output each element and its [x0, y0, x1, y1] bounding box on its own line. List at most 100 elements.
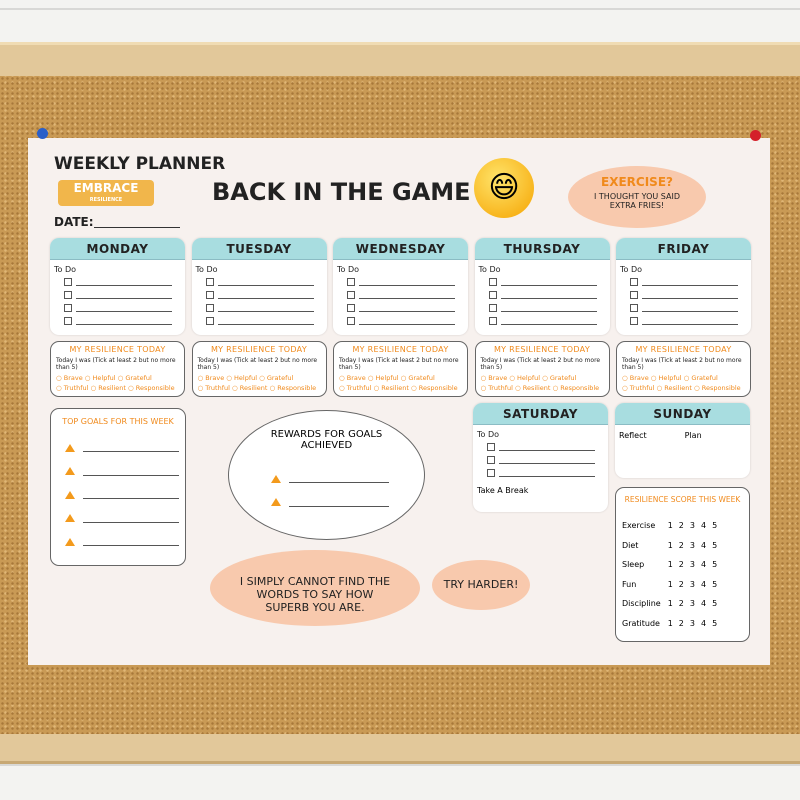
score-option[interactable]: 1 — [665, 516, 676, 536]
score-option[interactable]: 4 — [698, 594, 709, 614]
score-option[interactable]: 3 — [687, 575, 698, 595]
resilience-options[interactable]: ○ Brave ○ Helpful ○ Grateful — [481, 374, 604, 382]
planner-poster: WEEKLY PLANNER EMBRACE RESILIENCE DATE: … — [28, 138, 770, 665]
rewards-ellipse: REWARDS FOR GOALS ACHIEVED — [228, 410, 425, 540]
write-line — [359, 278, 455, 286]
todo-label: To Do — [54, 265, 77, 274]
checkbox[interactable] — [205, 304, 214, 312]
todo-item — [488, 303, 610, 313]
reflect-label: Reflect — [619, 431, 647, 440]
todo-item — [488, 316, 610, 326]
checkbox[interactable] — [630, 304, 638, 312]
blue-pushpin-icon — [37, 128, 48, 139]
score-option[interactable]: 1 — [665, 594, 676, 614]
score-option[interactable]: 2 — [676, 575, 687, 595]
checkbox[interactable] — [347, 278, 355, 286]
score-option[interactable]: 3 — [687, 516, 698, 536]
checkbox[interactable] — [64, 304, 72, 312]
score-option[interactable]: 3 — [687, 614, 698, 634]
write-line — [76, 291, 172, 299]
score-option[interactable]: 5 — [709, 516, 720, 536]
triangle-bullet-icon — [65, 537, 75, 546]
score-option[interactable]: 4 — [698, 575, 709, 595]
goal-line — [65, 460, 185, 484]
score-option[interactable]: 3 — [687, 555, 698, 575]
resilience-today-box: MY RESILIENCE TODAY Today I was (Tick at… — [616, 341, 751, 397]
checkbox[interactable] — [64, 317, 72, 325]
resilience-options[interactable]: ○ Truthful ○ Resilient ○ Responsible — [622, 384, 745, 392]
write-line — [359, 291, 455, 299]
score-option[interactable]: 1 — [665, 536, 676, 556]
resilience-options[interactable]: ○ Truthful ○ Resilient ○ Responsible — [198, 384, 321, 392]
todo-item — [347, 316, 468, 326]
score-option[interactable]: 5 — [709, 575, 720, 595]
checkbox[interactable] — [64, 278, 72, 286]
resilience-options[interactable]: ○ Truthful ○ Resilient ○ Responsible — [339, 384, 462, 392]
resilience-options[interactable]: ○ Truthful ○ Resilient ○ Responsible — [56, 384, 179, 392]
write-line — [289, 474, 389, 484]
resilience-options[interactable]: ○ Truthful ○ Resilient ○ Responsible — [481, 384, 604, 392]
write-line — [359, 317, 455, 325]
score-option[interactable]: 5 — [709, 614, 720, 634]
write-line — [83, 490, 179, 500]
checkbox[interactable] — [487, 443, 495, 451]
triangle-bullet-icon — [271, 474, 281, 483]
score-option[interactable]: 2 — [676, 536, 687, 556]
checkbox[interactable] — [205, 317, 214, 325]
day-header: FRIDAY — [616, 238, 751, 260]
checkbox[interactable] — [347, 304, 355, 312]
score-option[interactable]: 4 — [698, 516, 709, 536]
score-option[interactable]: 2 — [676, 594, 687, 614]
checkbox[interactable] — [488, 291, 497, 299]
write-line — [500, 317, 597, 325]
saturday-card: SATURDAY To Do Take A Break — [473, 403, 608, 512]
checkbox[interactable] — [487, 456, 495, 464]
score-row: Exercise 1 2 3 4 5 — [618, 516, 720, 536]
score-option[interactable]: 5 — [709, 555, 720, 575]
score-option[interactable]: 2 — [676, 555, 687, 575]
checkbox[interactable] — [488, 317, 497, 325]
resilience-options[interactable]: ○ Brave ○ Helpful ○ Grateful — [56, 374, 179, 382]
goal-line — [65, 483, 185, 507]
score-option[interactable]: 3 — [687, 536, 698, 556]
checkbox[interactable] — [488, 278, 497, 286]
todo-item — [64, 290, 185, 300]
checkbox[interactable] — [205, 291, 214, 299]
score-option[interactable]: 5 — [709, 536, 720, 556]
score-option[interactable]: 2 — [676, 614, 687, 634]
checkbox[interactable] — [630, 317, 638, 325]
checkbox[interactable] — [488, 304, 497, 312]
write-line — [76, 304, 172, 312]
checkbox[interactable] — [487, 469, 495, 477]
checkbox[interactable] — [630, 278, 638, 286]
resilience-today-box: MY RESILIENCE TODAY Today I was (Tick at… — [50, 341, 185, 397]
write-line — [499, 469, 595, 477]
checkbox[interactable] — [205, 278, 214, 286]
score-option[interactable]: 1 — [665, 614, 676, 634]
resilience-options[interactable]: ○ Brave ○ Helpful ○ Grateful — [198, 374, 321, 382]
write-line — [217, 317, 314, 325]
checkbox[interactable] — [630, 291, 638, 299]
resilience-options[interactable]: ○ Brave ○ Helpful ○ Grateful — [622, 374, 745, 382]
saturday-todo-label: To Do — [477, 430, 500, 439]
checkbox[interactable] — [64, 291, 72, 299]
day-header: TUESDAY — [191, 238, 327, 260]
write-line — [83, 443, 179, 453]
todo-item — [488, 277, 610, 287]
score-category: Diet — [622, 540, 639, 550]
score-option[interactable]: 4 — [698, 614, 709, 634]
checkbox[interactable] — [347, 317, 355, 325]
score-option[interactable]: 3 — [687, 594, 698, 614]
todo-item — [347, 290, 468, 300]
score-option[interactable]: 4 — [698, 555, 709, 575]
resilience-options[interactable]: ○ Brave ○ Helpful ○ Grateful — [339, 374, 462, 382]
day-card-thursday: THURSDAY To Do — [474, 238, 610, 335]
resilience-instruction: Today I was (Tick at least 2 but no more… — [622, 357, 742, 371]
plan-label: Plan — [684, 431, 702, 440]
score-option[interactable]: 5 — [709, 594, 720, 614]
score-option[interactable]: 2 — [676, 516, 687, 536]
score-option[interactable]: 4 — [698, 536, 709, 556]
score-option[interactable]: 1 — [665, 575, 676, 595]
checkbox[interactable] — [347, 291, 355, 299]
score-option[interactable]: 1 — [665, 555, 676, 575]
